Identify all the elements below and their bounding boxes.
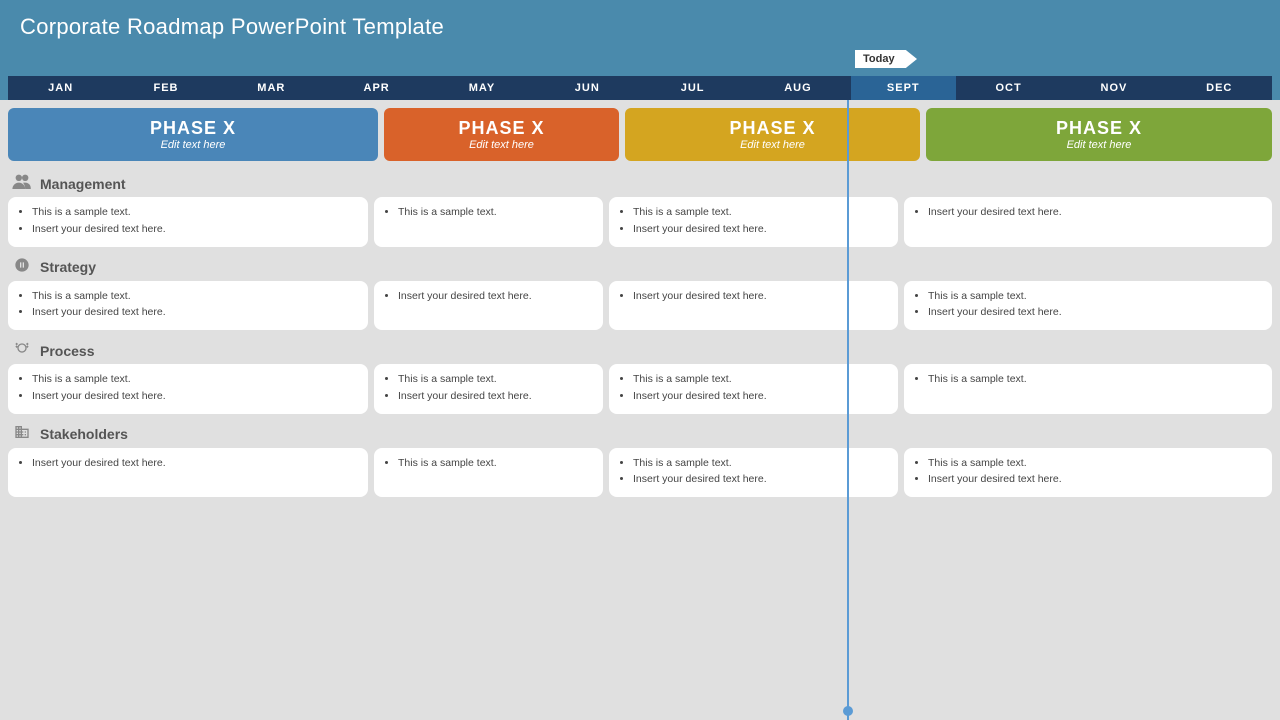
section-stakeholders-header: Stakeholders <box>8 420 1272 448</box>
section-process: Process This is a sample text.Insert you… <box>0 334 1280 418</box>
month-feb: FEB <box>113 76 218 100</box>
process-card-4: This is a sample text. <box>904 364 1272 414</box>
phase-1-title: PHASE X <box>150 118 236 139</box>
stakeholders-icon <box>12 424 32 445</box>
main-container: Corporate Roadmap PowerPoint Template To… <box>0 0 1280 720</box>
strategy-icon <box>12 257 32 278</box>
process-card-1: This is a sample text.Insert your desire… <box>8 364 368 414</box>
title-bar: Corporate Roadmap PowerPoint Template <box>0 0 1280 48</box>
content-area: PHASE X Edit text here PHASE X Edit text… <box>0 100 1280 720</box>
month-jul: JUL <box>640 76 745 100</box>
month-aug: AUG <box>745 76 850 100</box>
phase-1-subtitle: Edit text here <box>161 139 226 151</box>
section-stakeholders: Stakeholders Insert your desired text he… <box>0 418 1280 502</box>
month-nov: NOV <box>1061 76 1166 100</box>
strategy-card-3: Insert your desired text here. <box>609 281 898 331</box>
month-oct: OCT <box>956 76 1061 100</box>
process-cards: This is a sample text.Insert your desire… <box>8 364 1272 414</box>
phase-row: PHASE X Edit text here PHASE X Edit text… <box>0 100 1280 167</box>
section-process-title: Process <box>40 343 94 359</box>
stakeholders-card-2: This is a sample text. <box>374 448 603 498</box>
section-process-header: Process <box>8 336 1272 364</box>
month-may: MAY <box>429 76 534 100</box>
phase-4-subtitle: Edit text here <box>1067 139 1132 151</box>
strategy-card-2: Insert your desired text here. <box>374 281 603 331</box>
stakeholders-card-1: Insert your desired text here. <box>8 448 368 498</box>
month-mar: MAR <box>219 76 324 100</box>
process-card-3: This is a sample text.Insert your desire… <box>609 364 898 414</box>
stakeholders-card-4: This is a sample text.Insert your desire… <box>904 448 1272 498</box>
section-strategy-title: Strategy <box>40 259 96 275</box>
management-card-4: Insert your desired text here. <box>904 197 1272 247</box>
phase-3-subtitle: Edit text here <box>740 139 805 151</box>
phase-2-banner: PHASE X Edit text here <box>384 108 619 161</box>
section-stakeholders-title: Stakeholders <box>40 426 128 442</box>
management-icon <box>12 173 32 194</box>
section-strategy: Strategy This is a sample text.Insert yo… <box>0 251 1280 335</box>
section-management: Management This is a sample text. Insert … <box>0 167 1280 251</box>
process-card-2: This is a sample text.Insert your desire… <box>374 364 603 414</box>
phase-3-banner: PHASE X Edit text here <box>625 108 920 161</box>
phase-2-title: PHASE X <box>458 118 544 139</box>
strategy-card-1: This is a sample text.Insert your desire… <box>8 281 368 331</box>
management-cards: This is a sample text. Insert your desire… <box>8 197 1272 247</box>
month-apr: APR <box>324 76 429 100</box>
management-card-2: This is a sample text. <box>374 197 603 247</box>
phase-2-subtitle: Edit text here <box>469 139 534 151</box>
page-title: Corporate Roadmap PowerPoint Template <box>20 14 444 39</box>
management-card-1: This is a sample text.Insert your desire… <box>8 197 368 247</box>
section-management-title: Management <box>40 176 126 192</box>
month-header: JAN FEB MAR APR MAY JUN JUL AUG SEPT OCT… <box>8 76 1272 100</box>
phase-4-banner: PHASE X Edit text here <box>926 108 1272 161</box>
stakeholders-card-3: This is a sample text.Insert your desire… <box>609 448 898 498</box>
strategy-card-4: This is a sample text.Insert your desire… <box>904 281 1272 331</box>
today-circle <box>843 706 853 716</box>
month-dec: DEC <box>1167 76 1272 100</box>
month-jun: JUN <box>535 76 640 100</box>
stakeholders-cards: Insert your desired text here. This is a… <box>8 448 1272 498</box>
today-vertical-line <box>847 100 849 720</box>
today-label: Today <box>855 50 917 68</box>
month-jan: JAN <box>8 76 113 100</box>
management-card-3: This is a sample text.Insert your desire… <box>609 197 898 247</box>
phase-1-banner: PHASE X Edit text here <box>8 108 378 161</box>
phase-3-title: PHASE X <box>729 118 815 139</box>
phase-4-title: PHASE X <box>1056 118 1142 139</box>
section-management-header: Management <box>8 169 1272 197</box>
section-strategy-header: Strategy <box>8 253 1272 281</box>
month-sept: SEPT <box>851 76 956 100</box>
process-icon <box>12 340 32 361</box>
strategy-cards: This is a sample text.Insert your desire… <box>8 281 1272 331</box>
